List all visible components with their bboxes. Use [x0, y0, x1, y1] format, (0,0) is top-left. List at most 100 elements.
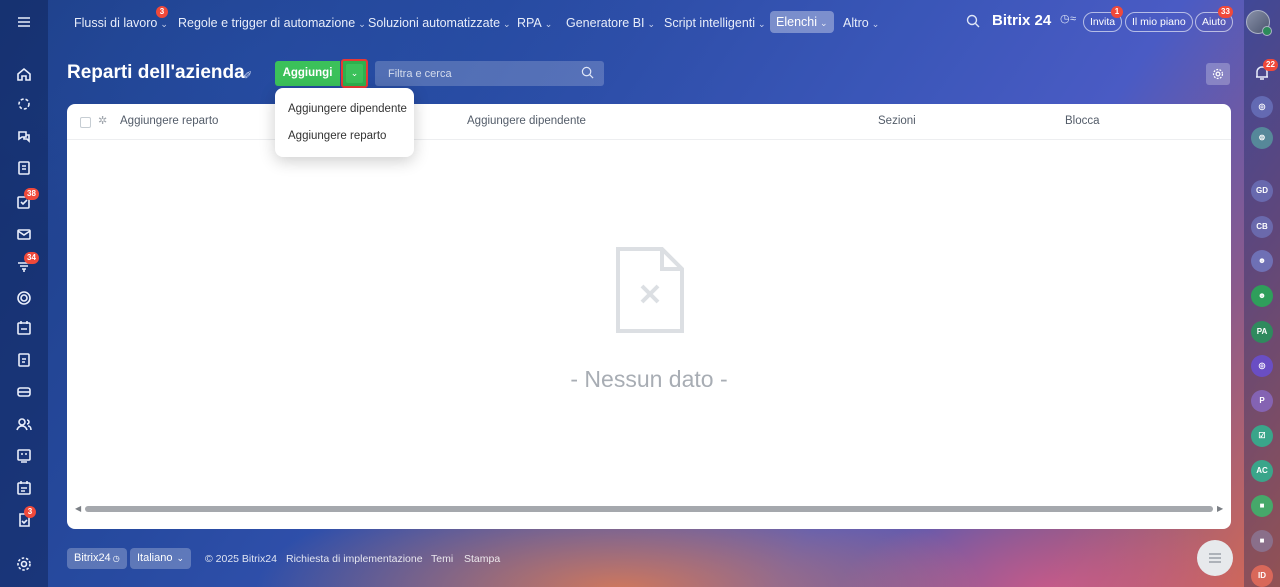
add-dropdown-button[interactable]: ⌄ — [341, 59, 368, 88]
scrollbar-thumb[interactable] — [85, 506, 1213, 512]
chevron-down-icon: ⌄ — [758, 19, 766, 29]
brand-logo[interactable]: Bitrix 24 — [992, 12, 1051, 29]
nav-label: Script intelligenti — [664, 16, 756, 30]
horizontal-scrollbar[interactable]: ◀ ▶ — [75, 504, 1223, 514]
help-button[interactable]: Aiuto 33 — [1195, 6, 1233, 32]
footer-link-themes[interactable]: Temi — [431, 553, 453, 565]
video-call-icon[interactable]: ■ — [1251, 530, 1273, 552]
quick-menu-button[interactable] — [1197, 540, 1233, 576]
nav-regole-trigger[interactable]: Regole e trigger di automazione ⌄ — [178, 12, 366, 34]
chevron-down-icon: ⌄ — [358, 19, 366, 29]
home-icon[interactable] — [14, 64, 34, 84]
crm-icon[interactable] — [14, 288, 34, 308]
top-bar: Flussi di lavoro ⌄ 3 Regole e trigger di … — [48, 0, 1280, 44]
plan-button[interactable]: Il mio piano — [1125, 12, 1193, 32]
avatar-p[interactable]: P — [1251, 390, 1273, 412]
bell-icon[interactable]: 22 — [1253, 59, 1278, 82]
search-input[interactable] — [375, 61, 575, 86]
search-bar[interactable] — [375, 61, 604, 86]
scroll-right-icon[interactable]: ▶ — [1217, 504, 1223, 514]
nav-label: Soluzioni automatizzate — [368, 16, 501, 30]
document-icon[interactable] — [14, 158, 34, 178]
plan-label: Il mio piano — [1132, 16, 1186, 28]
nav-altro[interactable]: Altro ⌄ — [843, 12, 879, 34]
search-icon[interactable] — [966, 14, 980, 33]
copilot-chat-icon[interactable]: ◎ — [1251, 355, 1273, 377]
menu-item-add-department[interactable]: Aggiungere reparto — [288, 130, 386, 142]
chevron-down-icon: ⌄ — [176, 553, 185, 563]
calendar-icon[interactable] — [14, 318, 34, 338]
footer-brand-label: Bitrix24 — [74, 552, 111, 564]
help-badge: 33 — [1218, 6, 1233, 18]
page-settings-button[interactable] — [1206, 63, 1230, 85]
nav-label: Regole e trigger di automazione — [178, 16, 356, 30]
group-chat-icon[interactable]: ☻ — [1251, 250, 1273, 272]
nav-script-intelligenti[interactable]: Script intelligenti ⌄ — [664, 12, 766, 34]
chevron-down-icon: ⌄ — [160, 19, 168, 29]
footer-link-print[interactable]: Stampa — [464, 553, 500, 565]
scroll-left-icon[interactable]: ◀ — [75, 504, 81, 514]
drive-icon[interactable] — [14, 350, 34, 370]
chevron-down-icon: ⌄ — [346, 64, 363, 83]
language-selector[interactable]: Italiano ⌄ — [130, 548, 192, 569]
avatar-gd[interactable]: GD — [1251, 180, 1273, 202]
empty-state-text: - Nessun dato - — [570, 366, 728, 392]
menu-item-add-employee[interactable]: Aggiungere dipendente — [288, 103, 407, 115]
list-icon — [1209, 553, 1221, 563]
sites-icon[interactable] — [14, 446, 34, 466]
group-chat-icon[interactable]: ☻ — [1251, 285, 1273, 307]
table-header: ✲ Aggiungere reparto Aggiungere dipenden… — [67, 104, 1231, 140]
avatar-pa[interactable]: PA — [1251, 321, 1273, 343]
settings-icon[interactable] — [14, 554, 34, 574]
notification-badge: 22 — [1263, 59, 1278, 71]
footer-link-implementation[interactable]: Richiesta di implementazione — [286, 553, 423, 565]
nav-flussi-di-lavoro[interactable]: Flussi di lavoro ⌄ 3 — [74, 6, 168, 34]
nav-label: Generatore BI — [566, 16, 645, 30]
footer-brand[interactable]: Bitrix24 ◷ — [67, 548, 127, 569]
footer-copyright: © 2025 Bitrix24 — [205, 553, 277, 565]
invite-button[interactable]: Invita 1 — [1083, 6, 1123, 32]
feed-icon[interactable]: 34 — [14, 252, 39, 276]
employees-icon[interactable] — [14, 414, 34, 434]
column-header[interactable]: Blocca — [1065, 115, 1100, 127]
avatar-id[interactable]: ID — [1251, 565, 1273, 587]
copilot-icon[interactable]: ◎ — [1251, 96, 1273, 118]
toggle-icon[interactable]: ≈ — [1070, 13, 1076, 25]
booking-icon[interactable] — [14, 478, 34, 498]
search-icon[interactable] — [581, 66, 594, 84]
chevron-down-icon: ⌄ — [871, 19, 880, 29]
video-call-icon[interactable]: ■ — [1251, 495, 1273, 517]
column-header[interactable]: Sezioni — [878, 115, 916, 127]
column-header[interactable]: Aggiungere reparto — [120, 115, 218, 127]
storage-icon[interactable] — [14, 382, 34, 402]
nav-label: Altro — [843, 16, 869, 30]
avatar-cb[interactable]: CB — [1251, 216, 1273, 238]
gear-icon — [1212, 68, 1224, 80]
mail-icon[interactable] — [14, 224, 34, 244]
chat-icon[interactable] — [14, 126, 34, 146]
nav-soluzioni-automatizzate[interactable]: Soluzioni automatizzate ⌄ — [368, 12, 511, 34]
approvals-icon[interactable]: 3 — [14, 506, 36, 530]
chevron-down-icon: ⌄ — [503, 19, 511, 29]
nav-label: RPA — [517, 16, 542, 30]
avatar-ac[interactable]: AC — [1251, 460, 1273, 482]
page-title: Reparti dell'azienda — [67, 62, 245, 83]
messenger-icon[interactable]: ⊜ — [1251, 127, 1273, 149]
pin-icon[interactable]: ✐ — [243, 69, 252, 82]
right-sidebar: 22 ◎ ⊜ GD CB ☻ ☻ PA ◎ P ☑ AC ■ ■ ID — [1244, 0, 1280, 587]
column-settings-icon[interactable]: ✲ — [98, 114, 107, 127]
nav-rpa[interactable]: RPA ⌄ — [517, 12, 552, 34]
add-button[interactable]: Aggiungi — [275, 61, 340, 86]
select-all-checkbox[interactable] — [80, 117, 91, 128]
menu-icon[interactable] — [14, 12, 34, 32]
tasks-chat-icon[interactable]: ☑ — [1251, 425, 1273, 447]
collab-icon[interactable] — [14, 94, 34, 114]
nav-label: Flussi di lavoro — [74, 16, 158, 30]
invite-badge: 1 — [1111, 6, 1123, 18]
nav-generatore-bi[interactable]: Generatore BI ⌄ — [566, 12, 655, 34]
clock-icon: ◷ — [1060, 13, 1070, 25]
tasks-icon[interactable]: 38 — [14, 188, 39, 212]
nav-elenchi[interactable]: Elenchi ⌄ — [770, 11, 834, 33]
tasks-badge: 38 — [24, 188, 39, 200]
column-header[interactable]: Aggiungere dipendente — [467, 115, 586, 127]
